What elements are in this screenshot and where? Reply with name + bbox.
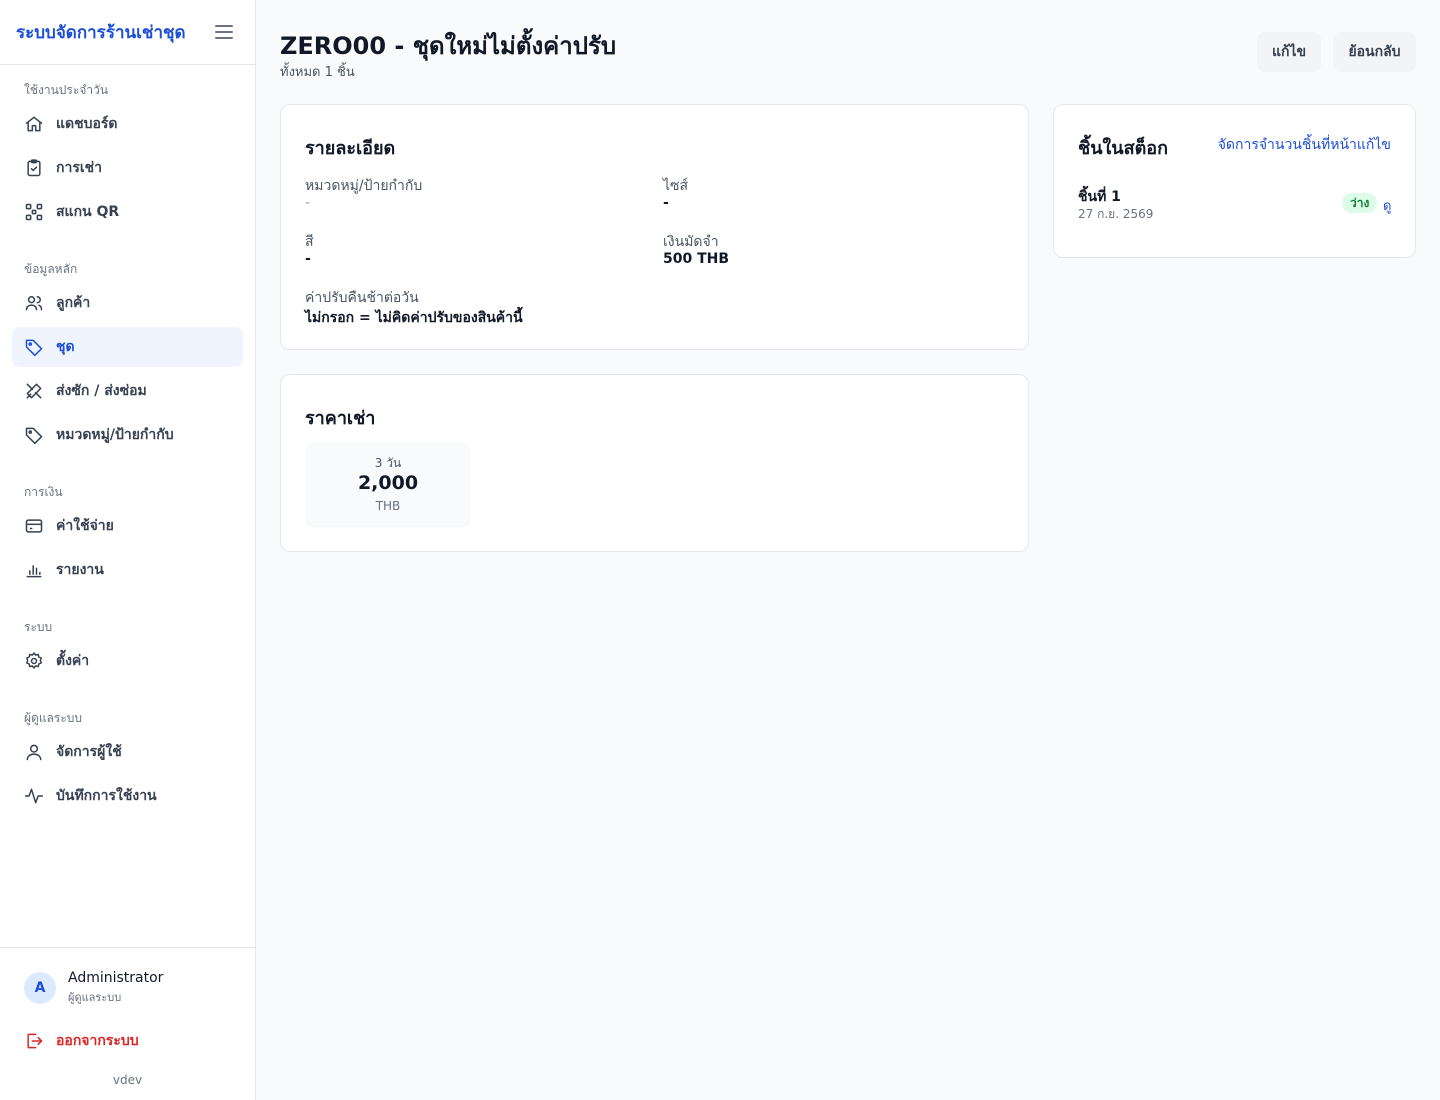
activity-icon	[24, 786, 44, 806]
bar-chart-icon	[24, 560, 44, 580]
logout-button[interactable]: ออกจากระบบ	[24, 1030, 139, 1052]
deposit-value: 500 THB	[663, 251, 730, 267]
deposit-label: เงินมัดจำ	[663, 234, 719, 250]
stock-title: ชิ้นในสต็อก	[1078, 138, 1168, 159]
pricing-card: ราคาเช่า 3 วัน 2,000 THB	[280, 374, 1029, 552]
user-name: Administrator	[68, 970, 164, 986]
credit-card-icon	[24, 516, 44, 536]
gear-icon	[24, 651, 44, 671]
sidebar-item-label: รายงาน	[56, 562, 104, 578]
home-icon	[24, 114, 44, 134]
logout-icon	[24, 1031, 44, 1051]
color-label: สี	[305, 234, 314, 250]
sidebar-item-scan-qr[interactable]: สแกน QR	[12, 192, 243, 232]
sidebar-item-expenses[interactable]: ค่าใช้จ่าย	[12, 506, 243, 546]
sidebar-item-dashboard[interactable]: แดชบอร์ด	[12, 104, 243, 144]
details-title: รายละเอียด	[305, 138, 396, 159]
brand-title[interactable]: ระบบจัดการร้านเช่าชุด	[16, 19, 186, 46]
price-tier-amount: 2,000	[357, 472, 419, 494]
nav-section-system: ระบบ	[24, 620, 53, 634]
sidebar-item-label: จัดการผู้ใช้	[56, 744, 122, 760]
sidebar-item-label: ส่งซัก / ส่งซ่อม	[56, 383, 147, 399]
sidebar-item-label: สแกน QR	[56, 204, 120, 220]
status-badge: ว่าง	[1342, 193, 1378, 213]
sidebar-item-reports[interactable]: รายงาน	[12, 550, 243, 590]
sidebar-item-label: ค่าใช้จ่าย	[56, 518, 114, 534]
user-profile[interactable]: A Administrator ผู้ดูแลระบบ	[24, 970, 163, 1006]
tag-outline-icon	[24, 425, 44, 445]
sidebar-item-outfits[interactable]: ชุด	[12, 327, 243, 367]
tools-icon	[24, 381, 44, 401]
color-value: -	[305, 251, 311, 267]
view-item-link[interactable]: ดู	[1383, 195, 1391, 216]
sidebar-item-laundry-repair[interactable]: ส่งซัก / ส่งซ่อม	[12, 371, 243, 411]
sidebar-item-settings[interactable]: ตั้งค่า	[12, 641, 243, 681]
sidebar-item-label: ตั้งค่า	[56, 653, 90, 669]
sidebar-footer: A Administrator ผู้ดูแลระบบ ออกจากระบบ v…	[0, 947, 255, 1100]
nav-section-master: ข้อมูลหลัก	[24, 262, 78, 276]
back-button[interactable]: ย้อนกลับ	[1333, 32, 1416, 72]
late-fee-value: ไม่กรอก = ไม่คิดค่าปรับของสินค้านี้	[305, 310, 523, 326]
price-tier-currency: THB	[375, 499, 401, 513]
pricing-title: ราคาเช่า	[305, 408, 376, 429]
sidebar-item-label: ลูกค้า	[56, 295, 91, 311]
nav-section-daily: ใช้งานประจำวัน	[24, 83, 109, 97]
size-label: ไซส์	[663, 178, 689, 194]
sidebar-item-user-management[interactable]: จัดการผู้ใช้	[12, 732, 243, 772]
category-label: หมวดหมู่/ป้ายกำกับ	[305, 178, 423, 194]
brand-row: ระบบจัดการร้านเช่าชุด	[0, 0, 255, 65]
hamburger-menu-icon[interactable]	[215, 25, 233, 39]
user-role: ผู้ดูแลระบบ	[68, 991, 122, 1004]
manage-stock-link[interactable]: จัดการจำนวนชิ้นที่หน้าแก้ไข	[1218, 134, 1391, 156]
sidebar-item-activity-log[interactable]: บันทึกการใช้งาน	[12, 776, 243, 816]
sidebar-item-label: การเช่า	[56, 160, 103, 176]
sidebar-item-label: หมวดหมู่/ป้ายกำกับ	[56, 427, 174, 443]
nav-section-finance: การเงิน	[24, 485, 63, 499]
nav-section-admin: ผู้ดูแลระบบ	[24, 711, 83, 725]
stock-card: ชิ้นในสต็อก จัดการจำนวนชิ้นที่หน้าแก้ไข …	[1053, 104, 1416, 258]
logout-label: ออกจากระบบ	[56, 1033, 139, 1049]
app-version: vdev	[112, 1073, 143, 1087]
edit-button[interactable]: แก้ไข	[1257, 32, 1321, 72]
sidebar: ระบบจัดการร้านเช่าชุด ใช้งานประจำวัน แดช…	[0, 0, 256, 1100]
page-title: ZERO00 - ชุดใหม่ไม่ตั้งค่าปรับ	[280, 32, 617, 60]
sidebar-nav: ใช้งานประจำวัน แดชบอร์ด การเช่า สแกน QR	[0, 81, 255, 816]
price-tier: 3 วัน 2,000 THB	[305, 443, 471, 527]
sidebar-item-label: บันทึกการใช้งาน	[56, 788, 157, 804]
page-subtitle: ทั้งหมด 1 ชิ้น	[280, 65, 355, 80]
stock-item-date: 27 ก.ย. 2569	[1078, 207, 1154, 221]
qr-scan-icon	[24, 202, 44, 222]
sidebar-item-label: ชุด	[56, 339, 75, 355]
clipboard-check-icon	[24, 158, 44, 178]
details-card: รายละเอียด หมวดหมู่/ป้ายกำกับ - ไซส์ - ส…	[280, 104, 1029, 350]
late-fee-label: ค่าปรับคืนช้าต่อวัน	[305, 290, 419, 306]
sidebar-item-categories[interactable]: หมวดหมู่/ป้ายกำกับ	[12, 415, 243, 455]
category-value: -	[305, 195, 311, 211]
avatar: A	[24, 972, 56, 1004]
size-value: -	[663, 195, 669, 211]
user-icon	[24, 742, 44, 762]
sidebar-item-label: แดชบอร์ด	[56, 116, 118, 132]
sidebar-item-customers[interactable]: ลูกค้า	[12, 283, 243, 323]
price-tier-days: 3 วัน	[374, 456, 402, 470]
tag-icon	[24, 337, 44, 357]
users-icon	[24, 293, 44, 313]
sidebar-item-rentals[interactable]: การเช่า	[12, 148, 243, 188]
